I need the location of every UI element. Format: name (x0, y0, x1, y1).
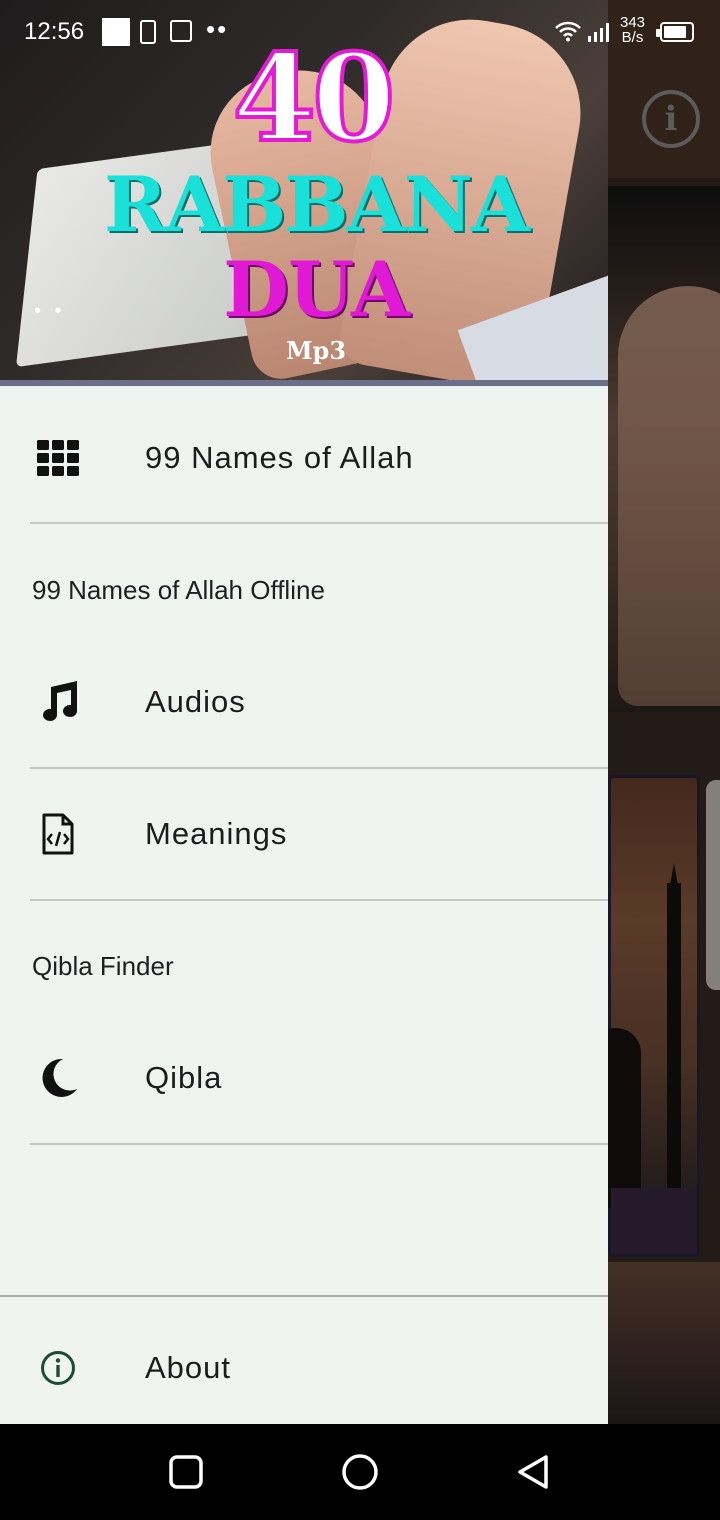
battery-saver-icon (140, 20, 156, 44)
info-icon (36, 1346, 80, 1390)
notification-square-icon (102, 18, 130, 46)
divider (30, 522, 608, 524)
navigation-drawer: • • 40 RABBANA DUA Mp3 99 Names of Allah… (0, 0, 608, 1424)
battery-icon (656, 22, 694, 42)
menu-item-99-names[interactable]: 99 Names of Allah (0, 392, 608, 524)
drawer-scrim[interactable] (608, 0, 720, 1424)
signal-icon (586, 22, 610, 42)
status-time: 12:56 (24, 18, 85, 45)
menu-item-label: Qibla (145, 1060, 223, 1095)
network-speed-unit: B/s (621, 29, 644, 46)
menu-item-qibla[interactable]: Qibla (0, 1012, 608, 1144)
recents-button[interactable] (166, 1452, 206, 1492)
system-navigation-bar (0, 1424, 720, 1520)
crescent-moon-icon (36, 1056, 80, 1100)
menu-item-audios[interactable]: Audios (0, 636, 608, 768)
section-title-offline: 99 Names of Allah Offline (32, 575, 325, 605)
menu-item-label: Meanings (145, 816, 288, 851)
home-button[interactable] (340, 1452, 380, 1492)
menu-item-label: Audios (145, 684, 246, 719)
more-notifications-icon: •• (206, 14, 229, 44)
network-speed: 343 B/s (620, 15, 645, 45)
image-notification-icon (170, 20, 192, 42)
section-title-qibla: Qibla Finder (32, 951, 174, 981)
header-title-rabbana: RABBANA (103, 160, 530, 249)
header-title-format: Mp3 (285, 336, 347, 365)
menu-item-label: 99 Names of Allah (145, 440, 414, 475)
divider (30, 899, 608, 901)
wifi-icon (554, 20, 582, 42)
back-button[interactable] (514, 1452, 554, 1492)
status-bar: 12:56 •• 343 B/s (0, 0, 720, 64)
header-title-dua: DUA (223, 245, 410, 334)
footer-divider (0, 1295, 608, 1297)
code-file-icon (36, 812, 80, 856)
divider (30, 1143, 608, 1145)
menu-item-about[interactable]: About (0, 1302, 608, 1434)
grid-icon (36, 436, 80, 480)
menu-item-label: About (145, 1350, 232, 1385)
menu-item-meanings[interactable]: Meanings (0, 768, 608, 900)
music-note-icon (36, 680, 80, 724)
